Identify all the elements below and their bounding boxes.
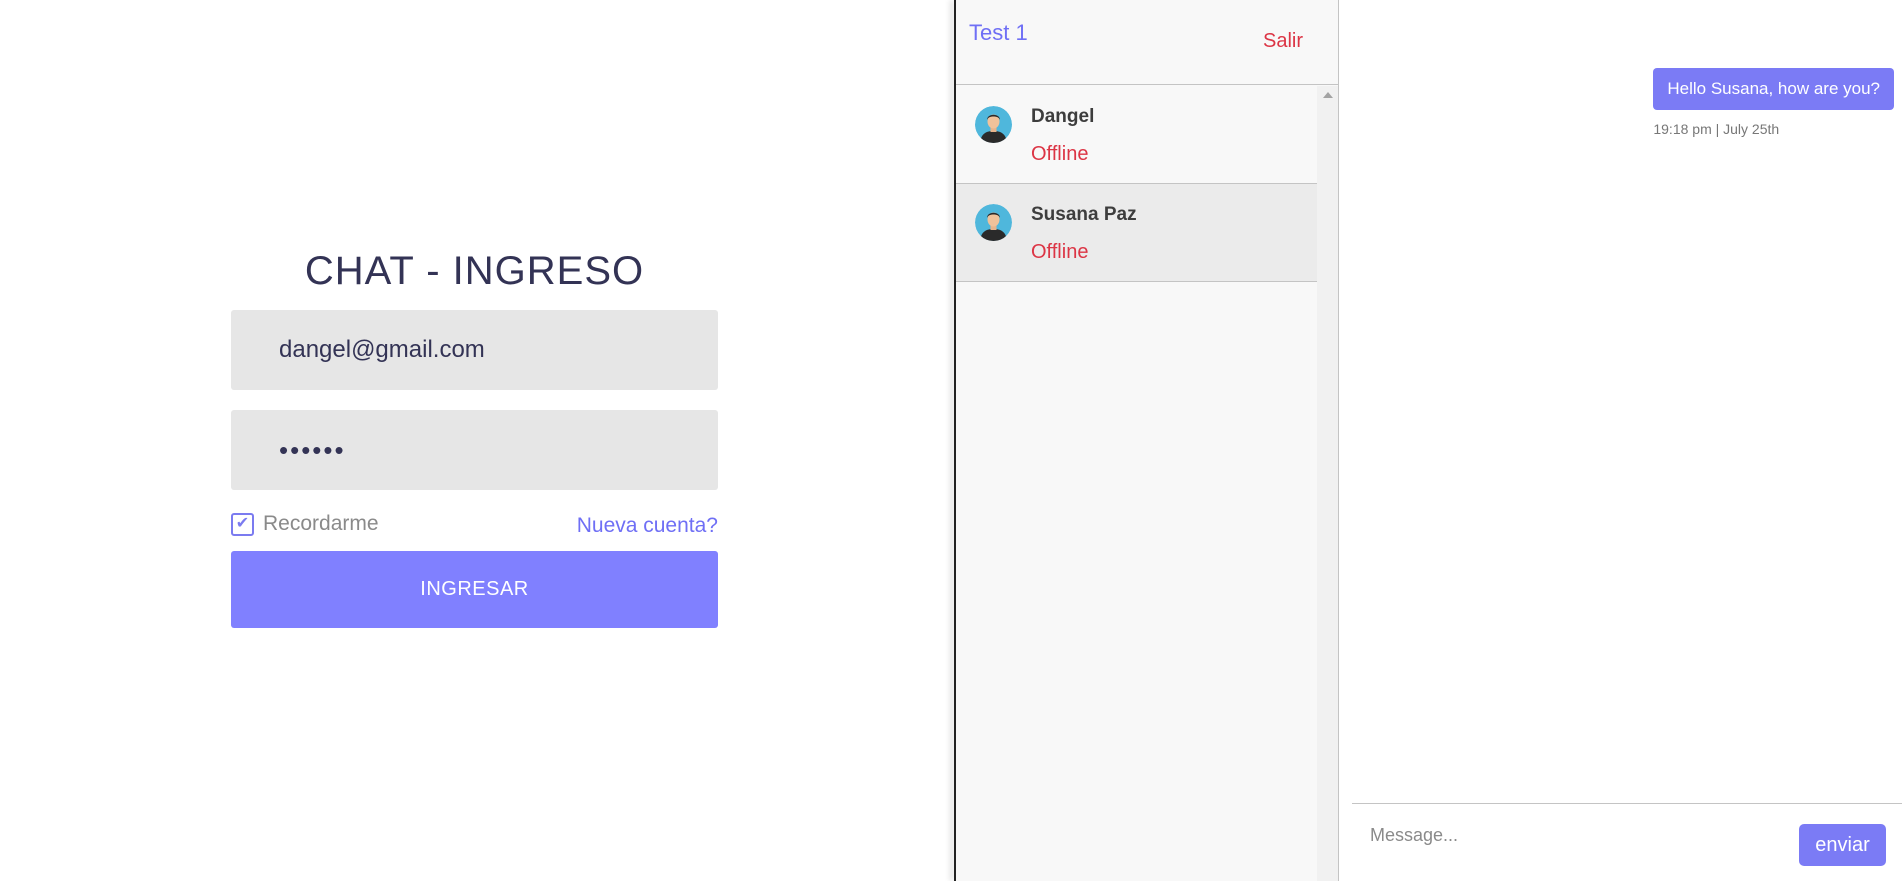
users-panel: Test 1 Salir Dangel Offline Susana Paz O… xyxy=(956,0,1339,881)
user-avatar-icon xyxy=(975,204,1012,241)
check-icon: ✔ xyxy=(235,515,250,532)
logout-link[interactable]: Salir xyxy=(1263,30,1303,53)
message-timestamp: 19:18 pm | July 25th xyxy=(1653,121,1780,137)
user-list-item[interactable]: Susana Paz Offline xyxy=(956,184,1317,282)
email-field[interactable] xyxy=(231,310,718,390)
user-name: Susana Paz xyxy=(1031,204,1137,225)
current-user-name: Test 1 xyxy=(969,20,1028,45)
outgoing-message: Hello Susana, how are you? 19:18 pm | Ju… xyxy=(1653,68,1894,137)
send-button[interactable]: enviar xyxy=(1799,824,1886,866)
remember-checkbox[interactable]: ✔ xyxy=(231,512,254,536)
login-form: CHAT - INGRESO ✔ Recordarme Nueva cuenta… xyxy=(231,240,718,628)
new-account-link[interactable]: Nueva cuenta? xyxy=(577,514,718,538)
user-list: Dangel Offline Susana Paz Offline xyxy=(956,86,1317,881)
user-name: Dangel xyxy=(1031,106,1095,127)
message-composer: enviar xyxy=(1352,803,1902,881)
remember-label: Recordarme xyxy=(263,512,379,535)
user-list-item[interactable]: Dangel Offline xyxy=(956,86,1317,184)
user-avatar-icon xyxy=(975,106,1012,143)
message-bubble: Hello Susana, how are you? xyxy=(1653,68,1894,110)
scroll-up-arrow-icon[interactable] xyxy=(1323,92,1333,98)
login-pane: CHAT - INGRESO ✔ Recordarme Nueva cuenta… xyxy=(0,0,954,881)
user-status-offline: Offline xyxy=(1031,241,1089,263)
login-options: ✔ Recordarme Nueva cuenta? xyxy=(231,490,718,546)
users-header: Test 1 Salir xyxy=(956,0,1338,85)
chat-panel: Hello Susana, how are you? 19:18 pm | Ju… xyxy=(1340,0,1902,881)
remember-me[interactable]: ✔ Recordarme xyxy=(231,512,379,536)
password-field[interactable] xyxy=(231,410,718,490)
login-submit-button[interactable]: INGRESAR xyxy=(231,551,718,628)
user-list-scrollbar[interactable] xyxy=(1317,86,1338,881)
login-title: CHAT - INGRESO xyxy=(304,249,645,293)
message-input[interactable] xyxy=(1352,814,1772,856)
user-status-offline: Offline xyxy=(1031,143,1089,165)
